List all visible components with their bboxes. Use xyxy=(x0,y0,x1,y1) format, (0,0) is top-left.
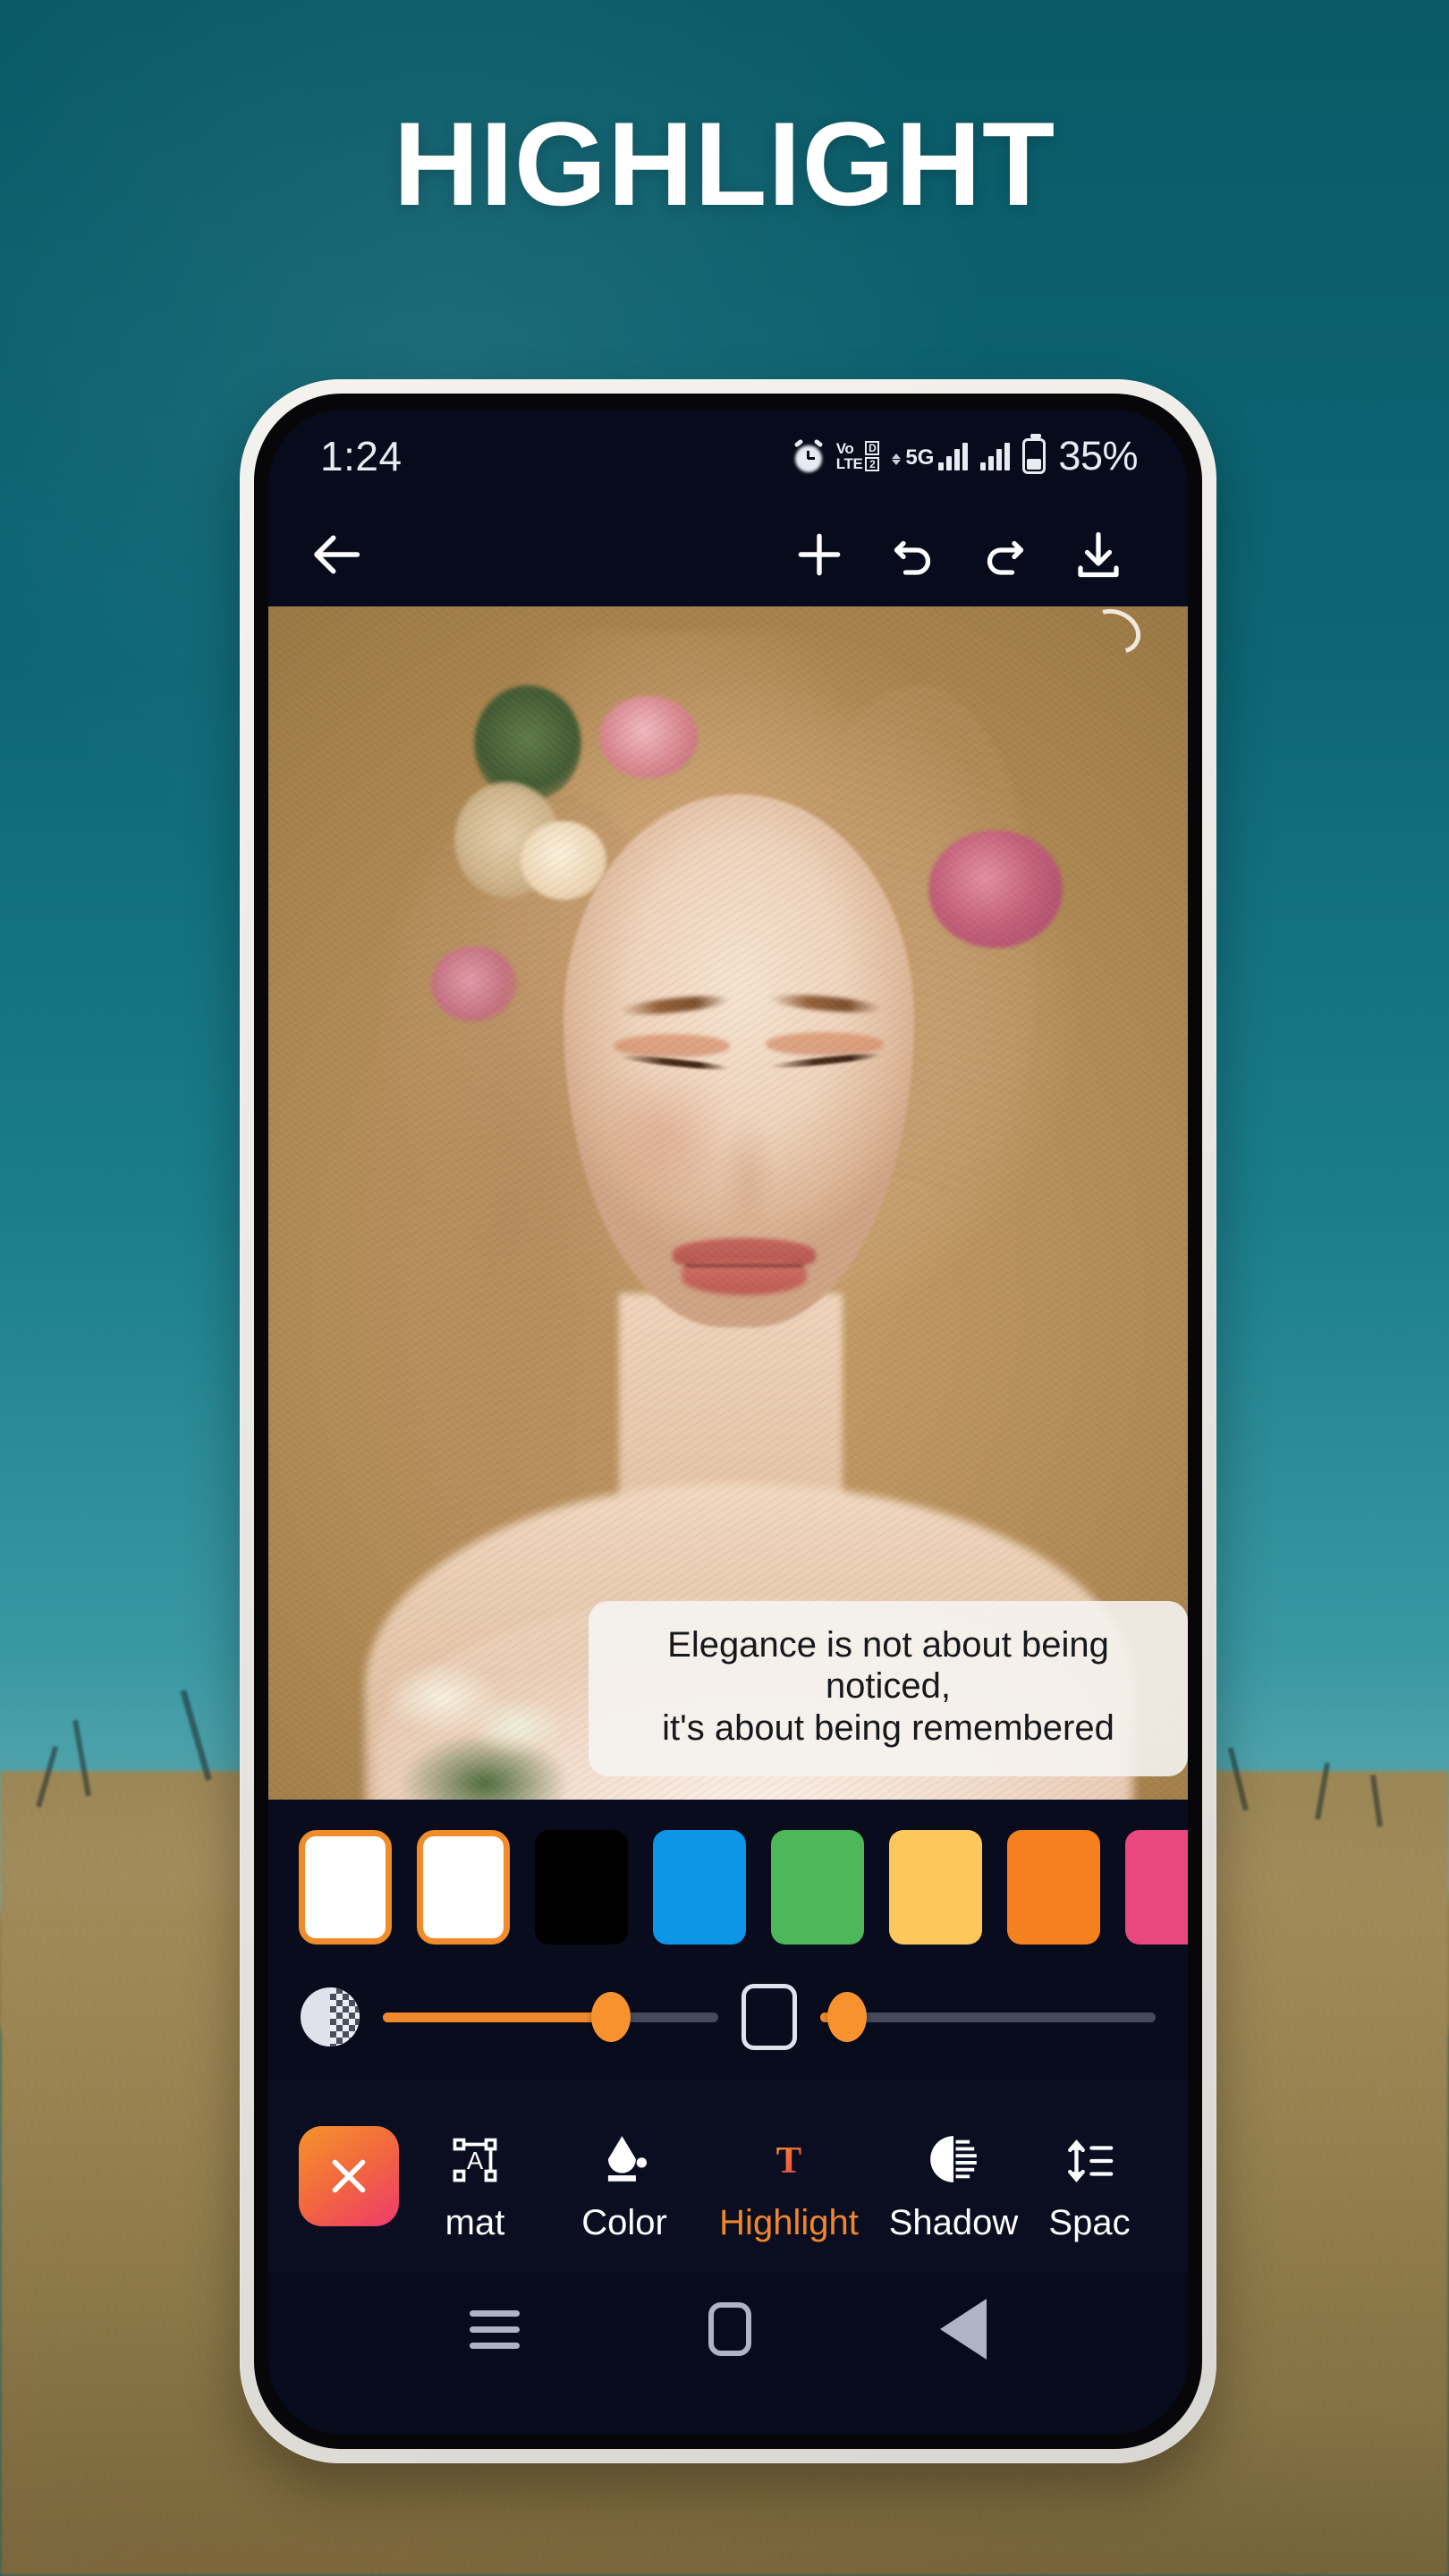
phone-screen: 1:24 Vo LTE D 2 5G 35% Elegance is not a… xyxy=(268,410,1188,2435)
network-group: 5G xyxy=(892,442,969,470)
recents-line xyxy=(470,2309,521,2317)
signal-bars-sim1-icon xyxy=(938,442,969,470)
opacity-checker-icon xyxy=(301,1987,360,2046)
phone-mockup: 1:24 Vo LTE D 2 5G 35% Elegance is not a… xyxy=(240,379,1216,2463)
opacity-slider[interactable] xyxy=(383,1987,718,2046)
sim-badge-1: D xyxy=(865,441,880,455)
swatch-yellow[interactable] xyxy=(889,1830,982,1945)
corner-radius-slider[interactable] xyxy=(820,1987,1156,2046)
signal-bar xyxy=(946,455,953,470)
tool-bar: A mat Color T Highlight Shadow Spac xyxy=(268,2080,1188,2272)
back-triangle-icon[interactable] xyxy=(939,2299,987,2360)
swatch-pink[interactable] xyxy=(1125,1830,1188,1945)
back-arrow-icon[interactable] xyxy=(292,508,385,601)
recents-line xyxy=(470,2326,521,2333)
status-bar: 1:24 Vo LTE D 2 5G 35% xyxy=(268,410,1188,503)
alarm-icon xyxy=(793,438,824,472)
line-spacing-icon xyxy=(1063,2112,1115,2187)
volte-line2: LTE xyxy=(835,455,863,472)
signal-bars-sim2-icon xyxy=(980,442,1011,470)
signal-bar xyxy=(996,448,1003,470)
data-arrows-icon xyxy=(892,453,902,465)
shadow-circle-icon xyxy=(926,2112,981,2187)
slider-fill xyxy=(383,2012,611,2022)
signal-bar xyxy=(962,442,969,470)
rounded-rect-icon xyxy=(741,1984,797,2050)
battery-percent-label: 35% xyxy=(1058,433,1138,479)
tool-label: Color xyxy=(581,2203,667,2242)
slider-thumb[interactable] xyxy=(827,1992,867,2042)
svg-text:T: T xyxy=(776,2140,801,2182)
signal-bar xyxy=(938,462,945,470)
undo-icon[interactable] xyxy=(866,508,959,601)
volte-line1: Vo xyxy=(835,440,854,457)
network-label: 5G xyxy=(905,445,935,470)
signal-bar xyxy=(988,455,995,470)
tool-label: mat xyxy=(445,2203,505,2242)
svg-text:A: A xyxy=(467,2147,484,2174)
color-swatch-strip[interactable] xyxy=(268,1800,1188,1970)
tool-color[interactable]: Color xyxy=(542,2112,707,2241)
sim-badge-2: 2 xyxy=(865,457,880,471)
text-format-icon: A xyxy=(448,2112,502,2187)
download-icon[interactable] xyxy=(1052,508,1145,601)
swatch-green[interactable] xyxy=(771,1830,864,1945)
battery-level xyxy=(1027,459,1042,470)
signal-bar xyxy=(980,462,987,470)
tool-shadow[interactable]: Shadow xyxy=(871,2112,1036,2241)
signal-bar xyxy=(954,448,961,470)
swatch-orange[interactable] xyxy=(1007,1830,1100,1945)
checker-pattern xyxy=(330,1987,360,2046)
page-title: HIGHLIGHT xyxy=(393,98,1056,231)
slider-row xyxy=(268,1970,1188,2080)
android-nav-bar xyxy=(268,2272,1188,2386)
photo-canvas[interactable]: Elegance is not about being noticed, it'… xyxy=(268,606,1188,1800)
slider-track xyxy=(820,2012,1156,2022)
battery-icon xyxy=(1022,434,1046,474)
status-clock: 1:24 xyxy=(320,433,402,479)
data-arrow-up xyxy=(892,453,902,459)
text-overlay-content: Elegance is not about being noticed, it'… xyxy=(662,1624,1114,1749)
alarm-hand-hour xyxy=(807,457,815,460)
tool-label: Spac xyxy=(1048,2203,1131,2242)
tool-label: Highlight xyxy=(719,2203,859,2242)
text-overlay-box[interactable]: Elegance is not about being noticed, it'… xyxy=(589,1600,1188,1776)
swatch-white-1[interactable] xyxy=(299,1830,392,1945)
recents-line xyxy=(470,2342,521,2349)
close-button[interactable] xyxy=(299,2126,399,2226)
paint-bucket-icon xyxy=(597,2112,652,2187)
home-icon[interactable] xyxy=(708,2302,751,2356)
status-icon-group: Vo LTE D 2 5G 35% xyxy=(793,433,1138,479)
volte-dual-sim-icon: Vo LTE D 2 xyxy=(836,441,880,471)
tool-label: Shadow xyxy=(888,2203,1019,2242)
redo-icon[interactable] xyxy=(959,508,1052,601)
phone-bezel: 1:24 Vo LTE D 2 5G 35% Elegance is not a… xyxy=(254,394,1202,2449)
slider-thumb[interactable] xyxy=(591,1992,631,2042)
sim-badges: D 2 xyxy=(865,441,880,471)
swatch-black[interactable] xyxy=(535,1830,628,1945)
app-toolbar xyxy=(268,503,1188,606)
tool-highlight[interactable]: T Highlight xyxy=(707,2112,871,2241)
swatch-blue[interactable] xyxy=(653,1830,746,1945)
tool-spacing[interactable]: Spac xyxy=(1036,2112,1143,2241)
data-arrow-down xyxy=(892,459,902,465)
highlight-text-icon: T xyxy=(760,2112,818,2187)
highlight-panel xyxy=(268,1800,1188,2080)
swatch-white-2[interactable] xyxy=(417,1830,510,1945)
tool-format[interactable]: A mat xyxy=(408,2112,542,2241)
signal-bar xyxy=(1004,442,1011,470)
plus-icon[interactable] xyxy=(773,508,866,601)
recents-icon[interactable] xyxy=(470,2301,521,2359)
